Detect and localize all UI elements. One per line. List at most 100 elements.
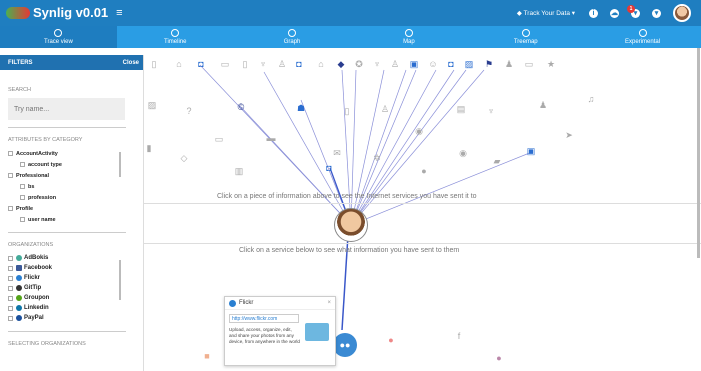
camera-icon[interactable]: ◘ — [446, 59, 456, 69]
org-checkbox-flickr[interactable]: Flickr — [8, 273, 135, 283]
person-icon[interactable]: ♙ — [277, 59, 287, 69]
org-checkbox-adbokis[interactable]: AdBokis — [8, 253, 135, 263]
tab-treemap[interactable]: Treemap — [467, 26, 584, 48]
connection-line — [239, 105, 352, 226]
football-icon[interactable]: ✪ — [354, 59, 364, 69]
user-icon[interactable]: ♟ — [504, 59, 514, 69]
stethoscope-icon[interactable]: ♆ — [258, 59, 268, 69]
truck-icon[interactable]: ▰ — [492, 156, 502, 166]
app-logo[interactable]: Synlig v0.01 ≡ — [6, 5, 123, 20]
tab-experimental[interactable]: Experimental — [584, 26, 701, 48]
globe-icon[interactable]: ◉ — [458, 148, 468, 158]
checkbox-icon — [20, 195, 25, 200]
code-file-icon[interactable]: ▣ — [409, 59, 419, 69]
popup-url-link[interactable]: http://www.flickr.com — [229, 314, 299, 323]
stethoscope-icon[interactable]: ♆ — [372, 59, 382, 69]
checkbox-icon — [8, 173, 13, 178]
factory-icon[interactable]: ▥ — [234, 166, 244, 176]
sms-icon[interactable]: ▬ — [266, 133, 276, 143]
linkedin-icon — [16, 305, 22, 311]
smile-icon[interactable]: ☺ — [428, 59, 438, 69]
card-icon[interactable]: ▭ — [214, 134, 224, 144]
diamond-icon[interactable]: ◇ — [179, 153, 189, 163]
card-icon[interactable]: ▭ — [524, 59, 534, 69]
checkbox-icon — [20, 217, 25, 222]
camera-icon[interactable]: ◘ — [294, 59, 304, 69]
tab-map[interactable]: Map — [350, 26, 467, 48]
search-input[interactable] — [8, 98, 125, 120]
organizations-scrollbar[interactable] — [119, 260, 121, 300]
track-your-data-menu[interactable]: ◆ Track Your Data ▾ — [517, 9, 575, 17]
close-filters-button[interactable]: Close — [123, 60, 139, 66]
category-checkbox[interactable]: Professional — [8, 170, 135, 181]
attributes-scrollbar[interactable] — [119, 152, 121, 177]
user-icon[interactable]: ♟ — [538, 100, 548, 110]
avatar[interactable] — [673, 4, 691, 22]
briefcase-icon[interactable]: ▤ — [456, 104, 466, 114]
group-icon[interactable]: ☗ — [296, 103, 306, 113]
attribute-checkbox[interactable]: profession — [8, 192, 135, 203]
category-checkbox[interactable]: Profile — [8, 203, 135, 214]
close-icon[interactable]: × — [327, 300, 331, 306]
tab-trace-view[interactable]: Trace view — [0, 26, 117, 48]
card-icon[interactable]: ▭ — [220, 59, 230, 69]
cloud-icon[interactable]: ☁ — [610, 8, 619, 18]
org-checkbox-groupon[interactable]: Groupon — [8, 293, 135, 303]
envelope-icon[interactable]: ✉ — [332, 148, 342, 158]
service-icon[interactable]: ■ — [202, 351, 212, 361]
star-icon[interactable]: ★ — [546, 59, 556, 69]
person-icon[interactable]: ♙ — [380, 104, 390, 114]
org-checkbox-gittip[interactable]: GitTip — [8, 283, 135, 293]
info-icon[interactable]: i — [589, 8, 598, 18]
category-label: Professional — [16, 172, 50, 179]
image-icon[interactable]: ▨ — [147, 100, 157, 110]
user-avatar-center[interactable] — [334, 208, 368, 242]
image-icon[interactable]: ▨ — [464, 59, 474, 69]
mobile-icon[interactable]: ▯ — [240, 59, 250, 69]
org-checkbox-paypal[interactable]: PayPal — [8, 313, 135, 323]
question-icon[interactable]: ? — [184, 106, 194, 116]
bank-icon[interactable]: ⌂ — [174, 59, 184, 69]
facebook-icon[interactable]: f — [454, 331, 464, 341]
flickr-service-button[interactable]: ●● — [333, 333, 357, 357]
hamburger-icon[interactable]: ≡ — [116, 7, 122, 19]
music-icon[interactable]: ♫ — [586, 94, 596, 104]
camera-icon[interactable]: ◘ — [324, 163, 334, 173]
page-scrollbar[interactable] — [697, 48, 700, 258]
film-icon[interactable]: ▮ — [144, 143, 154, 153]
settings-icon[interactable]: ▾ — [652, 8, 661, 18]
camera-icon[interactable]: ◘ — [196, 59, 206, 69]
person-icon[interactable]: ♙ — [390, 59, 400, 69]
tab-label: Timeline — [164, 39, 187, 45]
organizations-section-title: ORGANIZATIONS — [8, 242, 54, 248]
notification-icon[interactable]: 1 ▾ — [627, 4, 640, 18]
mobile-icon[interactable]: ▯ — [149, 59, 159, 69]
service-icon[interactable]: ● — [386, 335, 396, 345]
copyright-icon[interactable]: © — [236, 102, 246, 112]
flag-icon[interactable]: ⚑ — [484, 59, 494, 69]
org-checkbox-linkedin[interactable]: Linkedin — [8, 303, 135, 313]
connection-line — [350, 69, 417, 226]
divider — [8, 232, 126, 233]
file-icon[interactable]: ▯ — [342, 106, 352, 116]
tag-icon[interactable]: ◆ — [336, 59, 346, 69]
category-label: Profile — [16, 205, 34, 212]
bug-icon[interactable]: ✲ — [372, 153, 382, 163]
tab-label: Treemap — [513, 39, 538, 45]
category-checkbox[interactable]: AccountActivity — [8, 148, 135, 159]
checkbox-icon — [8, 305, 13, 311]
tab-timeline[interactable]: Timeline — [117, 26, 234, 48]
code-file-icon[interactable]: ▣ — [526, 146, 536, 156]
stethoscope-icon[interactable]: ♆ — [486, 106, 496, 116]
attribute-checkbox[interactable]: account type — [8, 159, 135, 170]
org-checkbox-facebook[interactable]: Facebook — [8, 263, 135, 273]
attribute-checkbox[interactable]: user name — [8, 214, 135, 225]
globe-icon[interactable]: ◉ — [414, 126, 424, 136]
home-icon[interactable]: ⌂ — [316, 59, 326, 69]
service-icon[interactable]: ● — [494, 353, 504, 363]
attribute-label: user name — [28, 216, 56, 223]
tab-graph[interactable]: Graph — [234, 26, 351, 48]
chat-icon[interactable]: ● — [419, 166, 429, 176]
attribute-checkbox[interactable]: bs — [8, 181, 135, 192]
send-icon[interactable]: ➤ — [564, 130, 574, 140]
